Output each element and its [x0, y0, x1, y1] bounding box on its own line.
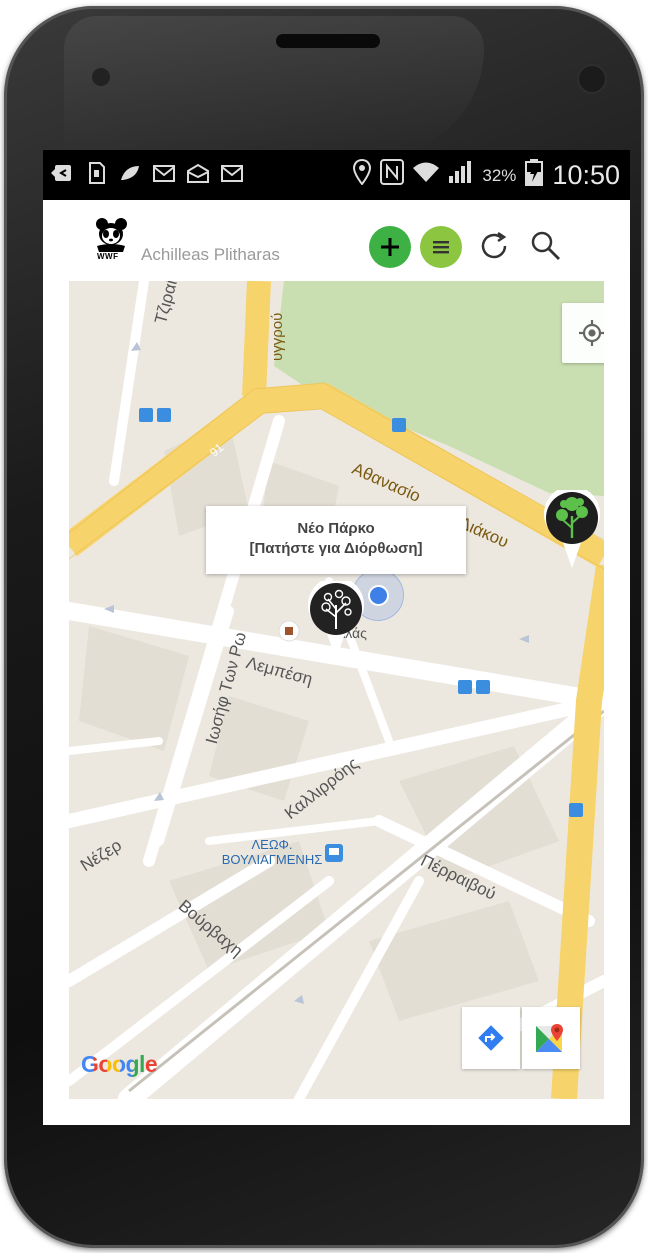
status-bar: 32% 10:50 — [43, 150, 630, 200]
battery-percent: 32% — [482, 165, 517, 185]
phone-frame: 32% 10:50 WWF Achilleas Plitharas Τζιραί… — [4, 6, 644, 1248]
menu-icon — [433, 241, 449, 254]
marker-info-window[interactable]: Νέο Πάρκο [Πατήστε για Διόρθωση] — [206, 506, 466, 574]
signal-icon — [448, 160, 474, 191]
proximity-sensor — [92, 68, 110, 86]
wifi-icon — [412, 160, 440, 191]
add-button[interactable] — [369, 226, 411, 268]
wwf-panda-logo: WWF — [91, 216, 131, 262]
metro-station-label: ΛΕΩΦ. ΒΟΥΛΙΑΓΜΕΝΗΣ — [207, 837, 337, 867]
refresh-button[interactable] — [472, 224, 516, 268]
leaf-icon — [119, 162, 141, 184]
screen: 32% 10:50 WWF Achilleas Plitharas Τζιραί… — [43, 150, 630, 1125]
map-view[interactable]: Τζιραί υγγρού Αθανασίο Διάκου Ιωσήφ Των … — [69, 281, 604, 1099]
front-camera — [579, 66, 605, 92]
directions-icon — [478, 1025, 504, 1051]
gmail-icon — [153, 162, 175, 184]
gmail-icon-2 — [221, 162, 243, 184]
tree-marker-green[interactable] — [542, 485, 602, 570]
battery-charging-icon — [524, 158, 544, 193]
app-toolbar: WWF Achilleas Plitharas — [43, 200, 630, 280]
wwf-logo-text: WWF — [97, 252, 119, 261]
system-icons: 32% 10:50 — [352, 158, 620, 193]
info-window-subtitle: [Πατήστε για Διόρθωση] — [249, 540, 423, 557]
my-location-button[interactable] — [562, 303, 604, 363]
plus-icon — [381, 238, 399, 256]
current-location-core — [367, 584, 389, 606]
metro-label-line1: ΛΕΩΦ. — [251, 837, 293, 852]
metro-label-line2: ΒΟΥΛΙΑΓΜΕΝΗΣ — [221, 852, 323, 867]
email-icon — [187, 162, 209, 184]
google-logo-text: Google — [81, 1051, 158, 1077]
location-icon — [352, 158, 372, 192]
list-menu-button[interactable] — [420, 226, 462, 268]
crosshair-icon — [579, 320, 604, 346]
info-window-title: Νέο Πάρκο — [297, 520, 375, 537]
refresh-icon — [481, 231, 507, 259]
google-maps-icon — [536, 1024, 563, 1052]
notification-icons — [51, 162, 243, 184]
directions-button[interactable] — [462, 1007, 520, 1069]
street-label-syngrou: υγγρού — [269, 312, 286, 361]
map-base — [69, 281, 604, 1099]
nfc-icon — [380, 159, 405, 192]
phone-gloss — [64, 16, 484, 156]
open-in-google-maps-button[interactable] — [522, 1007, 580, 1069]
search-icon — [531, 231, 560, 260]
sd-card-icon — [85, 162, 107, 184]
back-arrow-notification-icon — [51, 162, 73, 184]
google-attribution-logo: Google — [81, 1051, 158, 1078]
tree-marker-selected[interactable] — [306, 576, 366, 661]
tree-pin-icon — [308, 576, 364, 659]
search-button[interactable] — [524, 224, 568, 268]
clock: 10:50 — [552, 160, 620, 190]
username: Achilleas Plitharas — [141, 245, 280, 264]
green-tree-pin-icon — [544, 485, 600, 568]
earpiece-speaker — [276, 34, 380, 48]
